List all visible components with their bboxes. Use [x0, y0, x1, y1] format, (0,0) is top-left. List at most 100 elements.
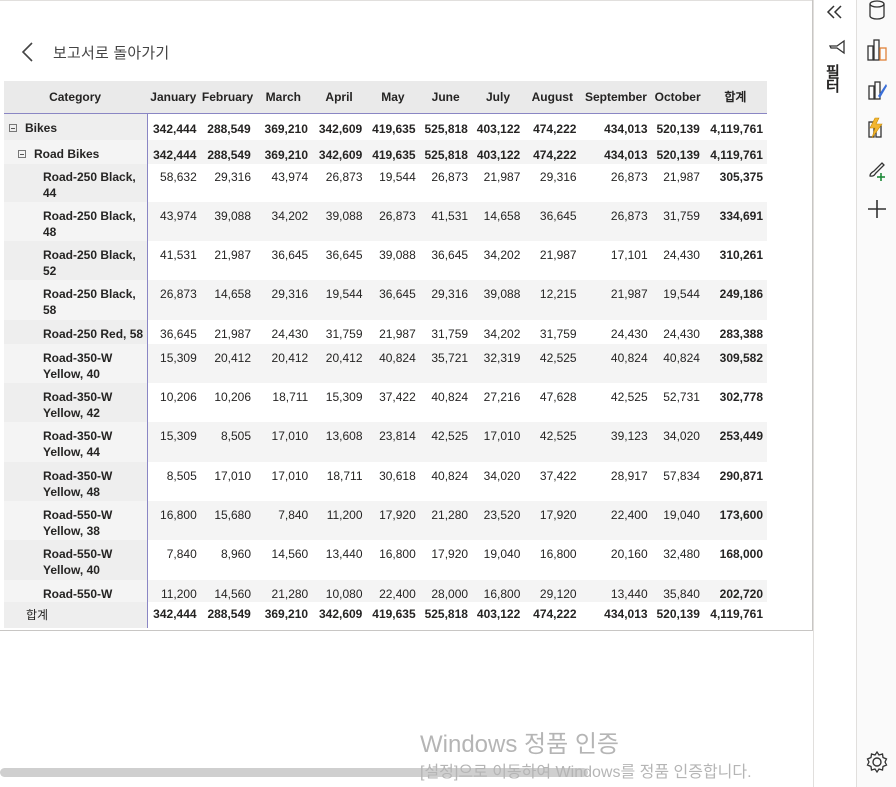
matrix-row-road-bikes-value: 4,119,761 — [710, 148, 763, 162]
matrix-row-product-value: 39,088 — [325, 209, 363, 223]
matrix-row-product-value: 26,873 — [610, 209, 648, 223]
canvas-edge — [0, 0, 812, 1]
matrix-row-product: Road-550-W 11,200 14,560 21,280 10,080 22,400… — [4, 580, 767, 602]
matrix-row-bikes-value: 434,013 — [604, 122, 648, 136]
matrix-row-product-label[interactable]: Road-550-W Yellow, 38 — [4, 501, 146, 540]
matrix-row-product-value: 37,422 — [379, 390, 416, 404]
matrix-row-total-value: 4,119,761 — [710, 607, 764, 621]
matrix-row-total-value: 525,818 — [424, 607, 468, 621]
product-name-line2: Yellow, 44 — [43, 445, 100, 459]
matrix-row-product-value: 21,987 — [610, 287, 648, 301]
matrix-row-bikes-value: 419,635 — [372, 122, 416, 136]
collapse-toggle-icon[interactable] — [18, 149, 26, 158]
header-september[interactable]: September — [580, 81, 651, 113]
matrix-row-product-label[interactable]: Road-250 Black, 44 — [4, 164, 146, 202]
matrix-row-product: Road-250 Black, 52 41,531 21,987 36,645 36,64… — [4, 241, 767, 280]
matrix-row-product-value: 7,840 — [166, 547, 197, 561]
matrix-row-bikes-label[interactable]: Bikes — [4, 114, 146, 140]
matrix-row-total-value: 474,222 — [533, 607, 577, 621]
matrix-row-product-label[interactable]: Road-250 Black, 48 — [4, 202, 146, 241]
matrix-row-product-value: 40,824 — [663, 351, 700, 365]
matrix-row-product-value: 13,608 — [325, 429, 363, 443]
matrix-row-product: Road-350-W Yellow, 42 10,206 10,206 18,711 15… — [4, 383, 767, 422]
matrix-row-road-bikes-value: 474,222 — [533, 148, 577, 162]
matrix-row-total-label[interactable]: 합계 — [4, 602, 146, 624]
matrix-row-product-value: 21,987 — [214, 248, 252, 262]
matrix-row-product-value: 57,834 — [663, 469, 700, 483]
matrix-row-product-value: 10,080 — [325, 587, 363, 601]
header-march[interactable]: March — [255, 81, 312, 113]
matrix-row-product-value: 19,544 — [663, 287, 700, 301]
matrix-row-product-value: 36,645 — [160, 327, 197, 341]
header-july[interactable]: July — [472, 81, 524, 113]
matrix-row-product-value: 8,505 — [166, 469, 197, 483]
matrix-row-product-label[interactable]: Road-250 Black, 52 — [4, 241, 146, 280]
matrix-row-product-value: 22,400 — [610, 508, 648, 522]
product-name-line2: Yellow, 38 — [43, 524, 100, 538]
matrix-row-product-value: 37,422 — [539, 469, 577, 483]
build-visual-icon[interactable] — [866, 38, 888, 62]
matrix-row-product-value: 21,987 — [539, 248, 577, 262]
matrix-row-product-value: 20,412 — [214, 351, 252, 365]
header-june[interactable]: June — [420, 81, 472, 113]
matrix-row-product-label[interactable]: Road-250 Black, 58 — [4, 280, 146, 320]
header-october[interactable]: October — [651, 81, 703, 113]
matrix-row-product-label[interactable]: Road-550-W — [4, 580, 146, 602]
matrix-row-product-value: 41,531 — [160, 248, 197, 262]
header-april[interactable]: April — [312, 81, 366, 113]
matrix-row-product-value: 26,873 — [431, 170, 469, 184]
matrix-row-product-label[interactable]: Road-350-W Yellow, 44 — [4, 422, 146, 462]
header-january[interactable]: January — [146, 81, 200, 113]
product-name-line1: Road-350-W — [43, 390, 113, 404]
matrix-row-product-value: 24,430 — [663, 248, 700, 262]
matrix-row-product-value: 202,720 — [719, 587, 764, 601]
gear-icon[interactable] — [865, 750, 889, 774]
matrix-row-product-value: 26,873 — [325, 170, 363, 184]
matrix-row-product-value: 10,206 — [160, 390, 197, 404]
collapse-toggle-icon[interactable] — [9, 123, 17, 132]
matrix-row-product-value: 15,309 — [160, 429, 197, 443]
product-name-line1: Road-550-W — [43, 508, 113, 522]
header-category[interactable]: Category — [4, 81, 146, 113]
matrix-row-total: 합계 342,444 288,549 369,210 342,609 419,635 525… — [4, 602, 767, 624]
matrix-row-product-label[interactable]: Road-350-W Yellow, 42 — [4, 383, 146, 422]
matrix-row-product-value: 16,800 — [483, 587, 521, 601]
matrix-row-road-bikes-label[interactable]: Road Bikes — [4, 140, 146, 164]
matrix-row-product-value: 34,020 — [663, 429, 700, 443]
matrix-row-product-value: 32,319 — [483, 351, 521, 365]
matrix-row-product-value: 32,480 — [663, 547, 700, 561]
product-name-line2: Yellow, 40 — [43, 563, 100, 577]
matrix-row-product-label[interactable]: Road-350-W Yellow, 40 — [4, 344, 146, 383]
product-name-line1: Road-250 Black, — [43, 170, 136, 184]
format-visual-icon[interactable] — [866, 78, 888, 102]
header-may[interactable]: May — [366, 81, 419, 113]
matrix-row-product-value: 11,200 — [160, 587, 197, 601]
matrix-row-product-value: 31,759 — [663, 209, 700, 223]
matrix-row-product-label[interactable]: Road-550-W Yellow, 40 — [4, 540, 146, 580]
header-august[interactable]: August — [524, 81, 580, 113]
add-icon[interactable] — [866, 198, 888, 220]
group-label: Bikes — [25, 121, 58, 135]
matrix-row-product-value: 26,873 — [610, 170, 648, 184]
matrix-row-product-value: 34,020 — [483, 469, 521, 483]
matrix-row-product-label[interactable]: Road-350-W Yellow, 48 — [4, 462, 146, 501]
collapse-pane-icon[interactable] — [825, 4, 845, 20]
header-total[interactable]: 합계 — [704, 81, 767, 113]
database-icon[interactable] — [867, 0, 887, 20]
back-to-report-button[interactable]: 보고서로 돌아가기 — [20, 40, 169, 64]
matrix-row-product-label[interactable]: Road-250 Red, 58 — [4, 320, 146, 344]
matrix-row-total-value: 342,609 — [318, 607, 363, 621]
matrix-row-total-value: 434,013 — [604, 607, 648, 621]
matrix-row-road-bikes-value: 342,444 — [153, 148, 197, 162]
header-february[interactable]: February — [200, 81, 254, 113]
filter-icon — [829, 39, 845, 55]
matrix-row-product: Road-350-W Yellow, 40 15,309 20,412 20,412 20… — [4, 344, 767, 383]
matrix-row-product: Road-350-W Yellow, 48 8,505 17,010 17,010 18,… — [4, 462, 767, 501]
analytics-icon[interactable] — [866, 116, 888, 140]
matrix-row-product-value: 39,088 — [483, 287, 521, 301]
filters-pane-label[interactable]: 필터 — [826, 65, 846, 94]
paintbrush-add-icon[interactable] — [866, 160, 888, 182]
matrix-row-product-value: 43,974 — [160, 209, 197, 223]
product-name-line2: 58 — [43, 303, 57, 317]
matrix-row-product-value: 21,280 — [271, 587, 309, 601]
